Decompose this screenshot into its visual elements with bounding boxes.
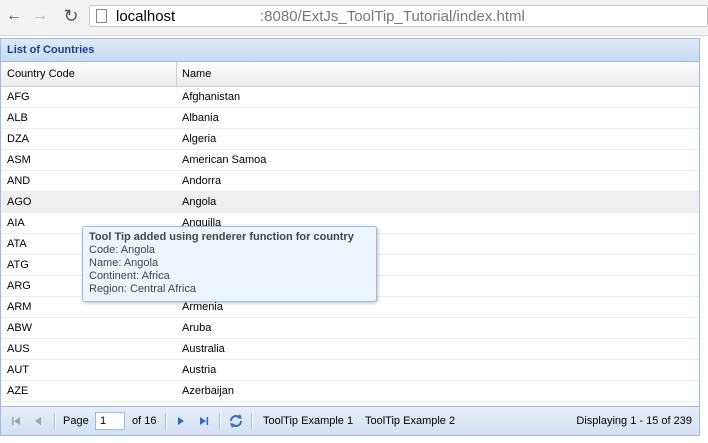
tooltip-name: Name: Angola [89, 257, 159, 269]
first-page-icon[interactable] [9, 414, 23, 428]
country-code-cell: ASM [7, 154, 31, 166]
back-arrow-icon[interactable]: ← [4, 6, 24, 26]
url-host: localhost [116, 8, 176, 25]
country-code-cell: DZA [7, 133, 29, 145]
country-name-cell: Albania [182, 112, 219, 124]
table-row[interactable]: ALB Albania [1, 108, 699, 129]
browser-toolbar: ← → ↻ localhost :8080/ExtJs_ToolTip_Tuto… [0, 0, 708, 36]
forward-arrow-icon[interactable]: → [30, 6, 50, 26]
country-code-cell: ATA [7, 238, 27, 250]
table-row[interactable]: ABW Aruba [1, 318, 699, 339]
tooltip-region: Region: Central Africa [89, 283, 196, 295]
country-code-cell: AND [7, 175, 31, 187]
country-name-cell: Angola [182, 196, 217, 208]
tooltip-example-1-button[interactable]: ToolTip Example 1 [263, 407, 353, 435]
tooltip-title: Tool Tip added using renderer function f… [89, 231, 354, 243]
country-code-cell: ARM [7, 301, 32, 313]
country-code-cell: ABW [7, 322, 33, 334]
toolbar-separator [219, 413, 221, 429]
country-code-cell: AFG [7, 91, 30, 103]
country-code-cell: AIA [7, 217, 25, 229]
toolbar-separator [251, 413, 253, 429]
column-header-name[interactable]: Name [177, 62, 699, 86]
country-code-cell: AGO [7, 196, 32, 208]
tooltip-continent: Continent: Africa [89, 270, 170, 282]
table-row[interactable]: AFG Afghanistan [1, 87, 699, 108]
country-name-cell: American Samoa [182, 154, 267, 166]
table-row[interactable]: AZE Azerbaijan [1, 381, 699, 402]
table-row[interactable]: AUS Australia [1, 339, 699, 360]
url-path: :8080/ExtJs_ToolTip_Tutorial/index.html [260, 8, 525, 25]
tooltip-code: Code: Angola [89, 244, 156, 256]
page-number-input[interactable]: 1 [95, 412, 125, 430]
table-row[interactable]: AUT Austria [1, 360, 699, 381]
last-page-icon[interactable] [197, 414, 211, 428]
country-name-cell: Australia [182, 343, 225, 355]
panel-title: List of Countries [1, 39, 699, 62]
country-code-cell: ATG [7, 259, 29, 271]
page-label: Page [63, 415, 89, 427]
column-header-country-code[interactable]: Country Code [1, 62, 177, 86]
previous-page-icon[interactable] [31, 414, 45, 428]
country-code-cell: ARG [7, 280, 31, 292]
country-name-cell: Aruba [182, 322, 212, 334]
tooltip-example-2-button[interactable]: ToolTip Example 2 [365, 407, 455, 435]
page-icon [96, 9, 107, 23]
table-row[interactable]: AND Andorra [1, 171, 699, 192]
toolbar-separator [54, 413, 56, 429]
paging-toolbar: Page 1 of 16 ToolTip Example 1 ToolTip E… [1, 406, 699, 435]
country-code-cell: ALB [7, 112, 28, 124]
country-name-cell: Andorra [182, 175, 222, 187]
address-bar[interactable]: localhost :8080/ExtJs_ToolTip_Tutorial/i… [89, 5, 708, 27]
table-row[interactable]: AGO Angola [1, 192, 699, 213]
toolbar-separator [165, 413, 167, 429]
country-code-cell: AUT [7, 364, 29, 376]
country-code-cell: AUS [7, 343, 30, 355]
next-page-icon[interactable] [174, 414, 188, 428]
table-row[interactable]: ASM American Samoa [1, 150, 699, 171]
paging-display-text: Displaying 1 - 15 of 239 [576, 415, 692, 427]
country-name-cell: Azerbaijan [182, 385, 234, 397]
grid-header: Country Code Name [1, 62, 699, 87]
reload-icon[interactable]: ↻ [61, 6, 81, 26]
table-row[interactable]: DZA Algeria [1, 129, 699, 150]
page-count-label: of 16 [132, 415, 157, 427]
country-tooltip: Tool Tip added using renderer function f… [82, 226, 377, 302]
refresh-icon[interactable] [228, 413, 244, 429]
country-name-cell: Afghanistan [182, 91, 241, 103]
country-code-cell: AZE [7, 385, 29, 397]
country-name-cell: Austria [182, 364, 217, 376]
country-name-cell: Algeria [182, 133, 217, 145]
